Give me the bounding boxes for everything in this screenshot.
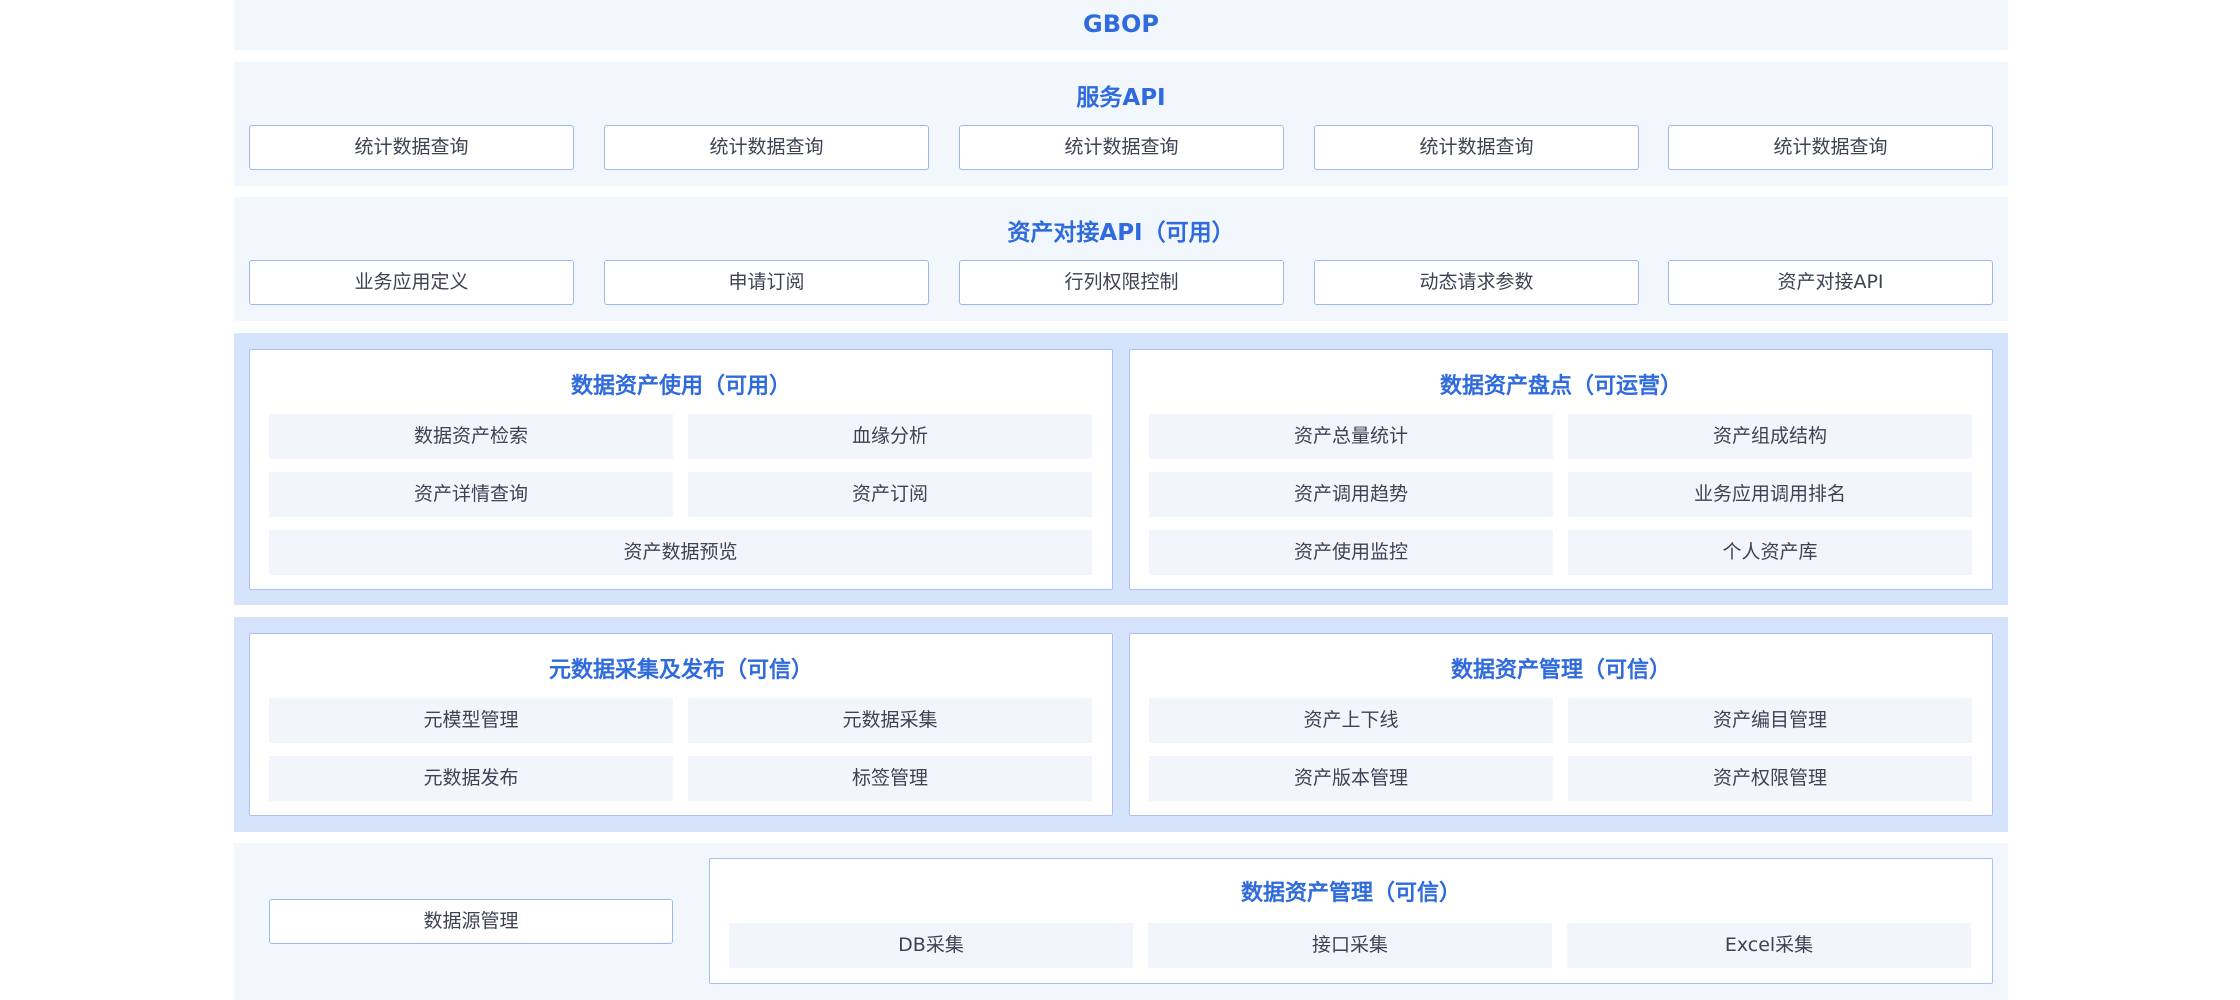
asset-use-title: 数据资产使用（可用） [570,374,791,399]
asset-use-panel: 数据资产使用（可用） 数据资产检索 血缘分析 资产详情查询 资产订阅 资产数据预… [249,349,1113,590]
metadata-title: 元数据采集及发布（可信） [548,658,813,683]
service-api-item-5[interactable]: 统计数据查询 [1668,125,1993,170]
collection-title: 数据资产管理（可信） [1240,881,1461,906]
asset-inventory-title: 数据资产盘点（可运营） [1439,374,1682,399]
asset-use-item-1[interactable]: 数据资产检索 [269,414,673,459]
use-inventory-band: 数据资产使用（可用） 数据资产检索 血缘分析 资产详情查询 资产订阅 资产数据预… [234,333,2008,605]
metadata-item-3[interactable]: 元数据发布 [269,756,673,801]
metadata-panel: 元数据采集及发布（可信） 元模型管理 元数据采集 元数据发布 标签管理 [249,633,1113,816]
collection-item-db[interactable]: DB采集 [729,923,1133,968]
asset-use-item-5[interactable]: 资产数据预览 [269,530,1092,575]
service-api-item-3[interactable]: 统计数据查询 [959,125,1284,170]
asset-api-band: 资产对接API（可用） 业务应用定义 申请订阅 行列权限控制 动态请求参数 资产… [234,197,2008,321]
service-api-item-2[interactable]: 统计数据查询 [604,125,929,170]
asset-api-item-2[interactable]: 申请订阅 [604,260,929,305]
collection-item-excel[interactable]: Excel采集 [1567,923,1971,968]
service-api-item-1[interactable]: 统计数据查询 [249,125,574,170]
asset-management-item-1[interactable]: 资产上下线 [1149,698,1553,743]
asset-api-item-3[interactable]: 行列权限控制 [959,260,1284,305]
asset-use-item-4[interactable]: 资产订阅 [688,472,1092,517]
asset-inventory-item-5[interactable]: 资产使用监控 [1149,530,1553,575]
asset-inventory-item-3[interactable]: 资产调用趋势 [1149,472,1553,517]
asset-use-item-2[interactable]: 血缘分析 [688,414,1092,459]
asset-management-item-3[interactable]: 资产版本管理 [1149,756,1553,801]
metadata-item-2[interactable]: 元数据采集 [688,698,1092,743]
datasource-management-button[interactable]: 数据源管理 [269,899,673,944]
asset-use-item-3[interactable]: 资产详情查询 [269,472,673,517]
collection-panel: 数据资产管理（可信） DB采集 接口采集 Excel采集 [709,858,1993,984]
collection-item-interface[interactable]: 接口采集 [1148,923,1552,968]
gbop-band: GBOP [234,0,2008,50]
asset-api-title: 资产对接API（可用） [1007,220,1235,246]
service-api-item-4[interactable]: 统计数据查询 [1314,125,1639,170]
service-api-title: 服务API [1076,85,1166,111]
asset-api-item-4[interactable]: 动态请求参数 [1314,260,1639,305]
asset-inventory-panel: 数据资产盘点（可运营） 资产总量统计 资产组成结构 资产调用趋势 业务应用调用排… [1129,349,1993,590]
datasource-band: 数据源管理 数据资产管理（可信） DB采集 接口采集 Excel采集 [234,843,2008,1000]
asset-management-item-4[interactable]: 资产权限管理 [1568,756,1972,801]
asset-management-item-2[interactable]: 资产编目管理 [1568,698,1972,743]
asset-api-item-5[interactable]: 资产对接API [1668,260,1993,305]
metadata-item-1[interactable]: 元模型管理 [269,698,673,743]
asset-management-panel: 数据资产管理（可信） 资产上下线 资产编目管理 资产版本管理 资产权限管理 [1129,633,1993,816]
asset-api-item-1[interactable]: 业务应用定义 [249,260,574,305]
gbop-title: GBOP [1083,10,1159,38]
asset-inventory-item-1[interactable]: 资产总量统计 [1149,414,1553,459]
metadata-item-4[interactable]: 标签管理 [688,756,1092,801]
service-api-band: 服务API 统计数据查询 统计数据查询 统计数据查询 统计数据查询 统计数据查询 [234,62,2008,186]
asset-inventory-item-4[interactable]: 业务应用调用排名 [1568,472,1972,517]
asset-inventory-item-2[interactable]: 资产组成结构 [1568,414,1972,459]
asset-inventory-item-6[interactable]: 个人资产库 [1568,530,1972,575]
asset-management-title: 数据资产管理（可信） [1450,658,1671,683]
metadata-management-band: 元数据采集及发布（可信） 元模型管理 元数据采集 元数据发布 标签管理 数据资产… [234,617,2008,832]
